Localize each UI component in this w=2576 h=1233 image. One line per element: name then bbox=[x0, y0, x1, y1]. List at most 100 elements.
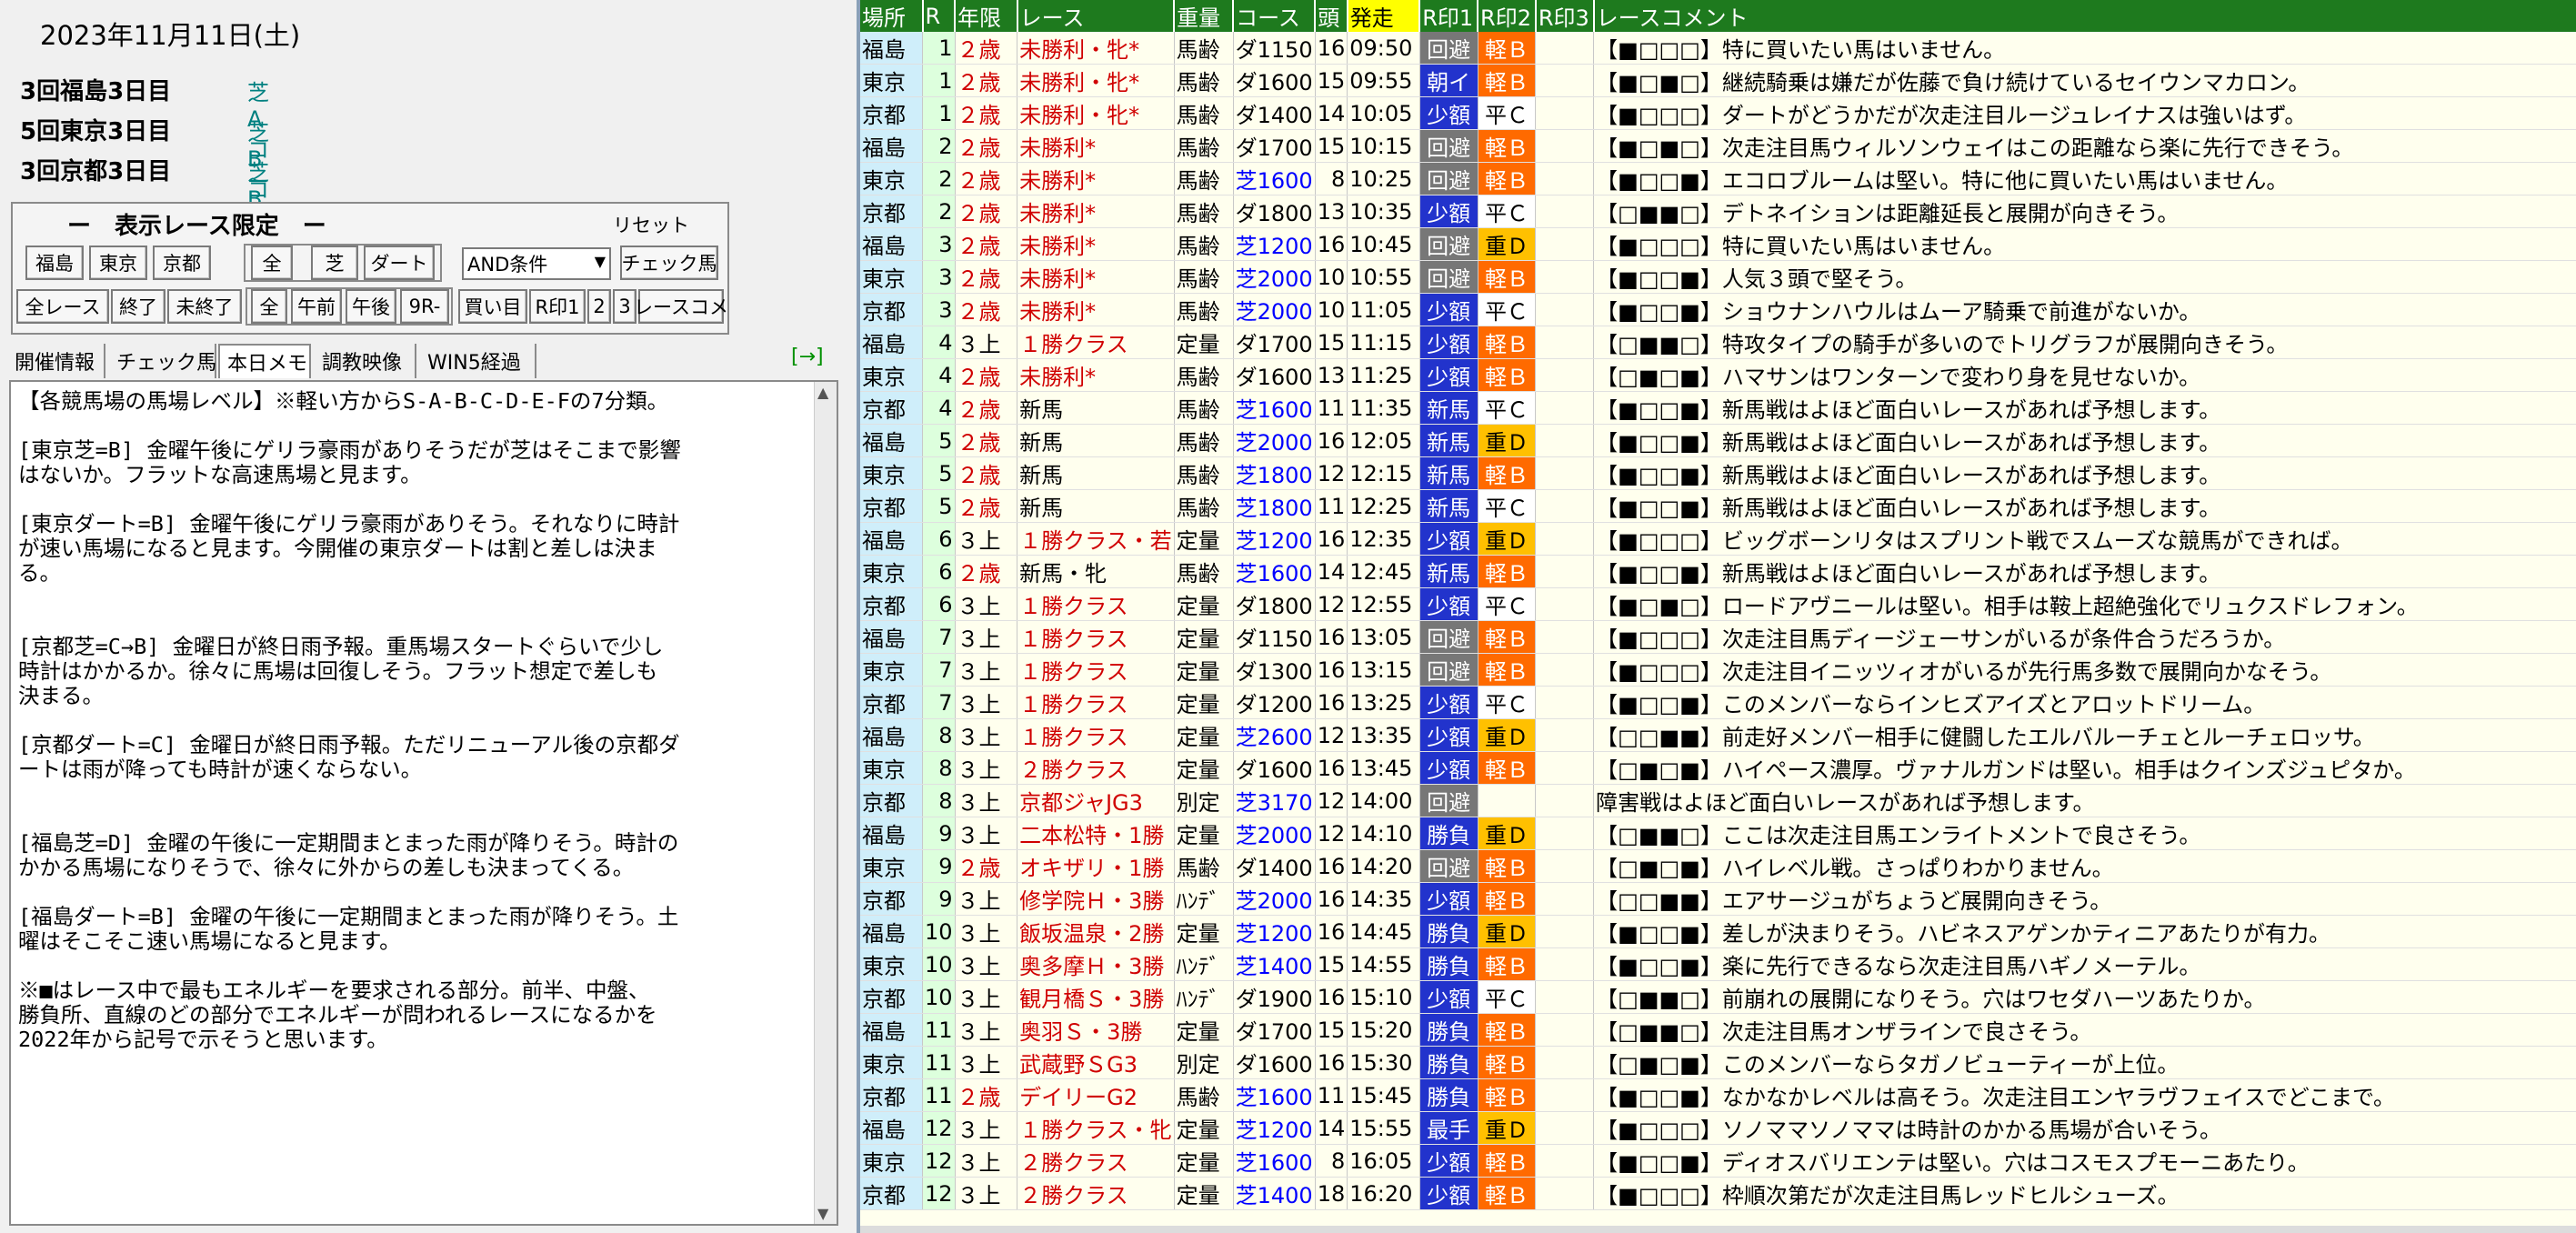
field-size-cell: 8 bbox=[1315, 1144, 1348, 1178]
check-horse-button[interactable]: チェック馬 bbox=[620, 246, 718, 280]
morning-button[interactable]: 午前 bbox=[291, 289, 342, 324]
col-weight-header[interactable]: 重量 bbox=[1174, 0, 1235, 32]
age-cell: ３上 bbox=[955, 1111, 1018, 1145]
table-row[interactable]: 京都 12 ３上 ２勝クラス 定量 芝1400 18 16:20 少額 軽Ｂ 【■□□□】枠順次第だ… bbox=[860, 1177, 2576, 1210]
race-number-cell: 5 bbox=[922, 424, 956, 457]
table-row[interactable]: 東京 6 ２歳 新馬・牝 馬齢 芝1600 14 12:45 新馬 軽Ｂ 【■□□■】新馬戦はよほど… bbox=[860, 555, 2576, 588]
expand-arrow-link[interactable]: [→] bbox=[791, 346, 824, 368]
table-row[interactable]: 東京 3 ２歳 未勝利* 馬齢 芝2000 10 10:55 回避 軽Ｂ 【■□□■】人気３頭で堅そ… bbox=[860, 260, 2576, 294]
table-row[interactable]: 京都 1 ２歳 未勝利・牝* 馬齢 ダ1400 14 10:05 少額 平Ｃ 【■□□□】ダートがど… bbox=[860, 96, 2576, 130]
table-row[interactable]: 福島 10 ３上 飯坂温泉・2勝 定量 芝1200 16 14:45 勝負 重Ｄ 【■□□■】差しが… bbox=[860, 915, 2576, 948]
weight-cell: 馬齢 bbox=[1174, 391, 1234, 425]
table-row[interactable]: 京都 3 ２歳 未勝利* 馬齢 芝2000 10 11:05 少額 平Ｃ 【■□□■】ショウナンハウ… bbox=[860, 293, 2576, 326]
table-row[interactable]: 福島 9 ３上 二本松特・1勝 定量 芝2000 12 14:10 勝負 重Ｄ 【□■■□】ここは次… bbox=[860, 817, 2576, 850]
table-row[interactable]: 福島 6 ３上 １勝クラス・若 定量 芝1200 16 12:35 少額 重Ｄ 【■□□□】ビッグボ… bbox=[860, 522, 2576, 556]
table-row[interactable]: 東京 7 ３上 １勝クラス 定量 ダ1300 16 13:15 回避 軽Ｂ 【■□□□】次走注目イニ… bbox=[860, 653, 2576, 687]
time-all-button[interactable]: 全 bbox=[251, 289, 287, 324]
table-row[interactable]: 京都 8 ３上 京都ジャJG3 別定 芝3170 12 14:00 回避 障害戦はよほど面白いレー… bbox=[860, 784, 2576, 817]
col-start-time-header[interactable]: 発走 bbox=[1347, 0, 1421, 32]
table-row[interactable]: 福島 5 ２歳 新馬 馬齢 芝2000 16 12:05 新馬 重Ｄ 【■□□■】新馬戦はよほど面白… bbox=[860, 424, 2576, 457]
mark1-button[interactable]: R印1 bbox=[529, 289, 586, 324]
col-age-header[interactable]: 年限 bbox=[955, 0, 1018, 32]
table-row[interactable]: 京都 6 ３上 １勝クラス 定量 ダ1800 12 12:55 少額 平Ｃ 【■□■□】ロードアヴニ… bbox=[860, 587, 2576, 621]
comment-cell: 【■□□■】人気３頭で堅そう。 bbox=[1593, 260, 2576, 294]
all-races-button[interactable]: 全レース bbox=[16, 289, 109, 324]
age-cell: ２歳 bbox=[955, 424, 1018, 457]
surface-dirt-button[interactable]: ダート bbox=[364, 246, 435, 280]
table-row[interactable]: 京都 2 ２歳 未勝利* 馬齢 ダ1800 13 10:35 少額 平Ｃ 【□■■□】デトネイション… bbox=[860, 195, 2576, 228]
table-row[interactable]: 東京 9 ２歳 オキザリ・1勝 馬齢 ダ1400 16 14:20 回避 軽Ｂ 【□■□■】ハイレベ… bbox=[860, 849, 2576, 883]
col-course-header[interactable]: コース bbox=[1233, 0, 1317, 32]
mark2-cell: 軽Ｂ bbox=[1478, 1078, 1537, 1112]
col-mark3-header[interactable]: R印3 bbox=[1535, 0, 1595, 32]
filter-fukushima-button[interactable]: 福島 bbox=[25, 246, 84, 280]
memo-scrollbar[interactable]: ▲ ▼ bbox=[814, 382, 837, 1224]
col-race-name-header[interactable]: レース bbox=[1017, 0, 1176, 32]
start-time-cell: 12:25 bbox=[1347, 489, 1420, 523]
scroll-down-icon[interactable]: ▼ bbox=[817, 1205, 828, 1222]
course-cell: 芝1400 bbox=[1233, 1177, 1316, 1210]
reset-link[interactable]: リセット bbox=[613, 211, 689, 238]
bottom-scroll-strip[interactable] bbox=[860, 1226, 2576, 1233]
table-row[interactable]: 福島 12 ３上 １勝クラス・牝 定量 芝1200 14 15:55 最手 重Ｄ 【■□□□】ソノマ… bbox=[860, 1111, 2576, 1145]
table-row[interactable]: 京都 9 ３上 修学院Ｈ・3勝 ﾊﾝﾃﾞ 芝2000 16 14:35 少額 軽Ｂ 【□□■■】エア… bbox=[860, 882, 2576, 916]
table-row[interactable]: 京都 7 ３上 １勝クラス 定量 ダ1200 16 13:25 少額 平Ｃ 【■□□■】このメンバー… bbox=[860, 686, 2576, 719]
col-comment-header[interactable]: レースコメント bbox=[1593, 0, 2576, 32]
afternoon-button[interactable]: 午後 bbox=[346, 289, 396, 324]
finished-button[interactable]: 終了 bbox=[111, 289, 165, 324]
table-row[interactable]: 福島 11 ３上 奥羽Ｓ・3勝 定量 ダ1700 15 15:20 勝負 軽Ｂ 【□■■□】次走注目… bbox=[860, 1013, 2576, 1047]
col-mark2-header[interactable]: R印2 bbox=[1478, 0, 1537, 32]
table-row[interactable]: 東京 11 ３上 武蔵野ＳG3 別定 ダ1600 16 15:30 勝負 軽Ｂ 【□■□■】このメン… bbox=[860, 1046, 2576, 1079]
col-venue-header[interactable]: 場所 bbox=[860, 0, 924, 32]
table-row[interactable]: 東京 1 ２歳 未勝利・牝* 馬齢 ダ1600 15 09:55 朝イ 軽Ｂ 【■□■□】継続騎乗は… bbox=[860, 64, 2576, 97]
tab-check-horse[interactable]: チェック馬 bbox=[109, 344, 216, 378]
filter-tokyo-button[interactable]: 東京 bbox=[89, 246, 147, 280]
table-row[interactable]: 京都 10 ３上 観月橋Ｓ・3勝 ﾊﾝﾃﾞ ダ1900 16 15:10 少額 平Ｃ 【□■■□】前… bbox=[860, 980, 2576, 1014]
tab-event-info[interactable]: 開催情報 bbox=[7, 344, 105, 378]
mark2-button[interactable]: 2 bbox=[587, 289, 611, 324]
table-row[interactable]: 東京 8 ３上 ２勝クラス 定量 ダ1600 16 13:45 少額 軽Ｂ 【□■□■】ハイペース濃… bbox=[860, 751, 2576, 785]
mark1-cell: 少額 bbox=[1419, 96, 1478, 130]
table-row[interactable]: 福島 1 ２歳 未勝利・牝* 馬齢 ダ1150 16 09:50 回避 軽Ｂ 【■□□□】特に買いた… bbox=[860, 32, 2576, 65]
unfinished-button[interactable]: 未終了 bbox=[167, 289, 242, 324]
field-size-cell: 15 bbox=[1315, 64, 1348, 97]
mark2-cell: 平Ｃ bbox=[1478, 391, 1537, 425]
surface-all-button[interactable]: 全 bbox=[251, 246, 293, 280]
table-row[interactable]: 福島 3 ２歳 未勝利* 馬齢 芝1200 16 10:45 回避 重Ｄ 【■□□□】特に買いたい馬… bbox=[860, 227, 2576, 261]
table-row[interactable]: 東京 4 ２歳 未勝利* 馬齢 ダ1600 13 11:25 少額 軽Ｂ 【□■□■】ハマサンはワン… bbox=[860, 358, 2576, 392]
table-row[interactable]: 東京 12 ３上 ２勝クラス 定量 芝1600 8 16:05 少額 軽Ｂ 【■□□■】ディオスバリ… bbox=[860, 1144, 2576, 1178]
kaime-button[interactable]: 買い目 bbox=[458, 289, 527, 324]
table-row[interactable]: 福島 7 ３上 １勝クラス 定量 ダ1150 16 13:05 回避 軽Ｂ 【■□□□】次走注目馬デ… bbox=[860, 620, 2576, 654]
tab-today-memo[interactable]: 本日メモ bbox=[218, 344, 311, 378]
race-number-cell: 2 bbox=[922, 162, 956, 195]
race-name-cell: ２勝クラス bbox=[1017, 1144, 1175, 1178]
table-row[interactable]: 京都 5 ２歳 新馬 馬齢 芝1800 11 12:25 新馬 平Ｃ 【■□□■】新馬戦はよほど面白… bbox=[860, 489, 2576, 523]
scroll-up-icon[interactable]: ▲ bbox=[817, 384, 828, 401]
tab-training-video[interactable]: 調教映像 bbox=[315, 344, 416, 378]
comment-cell: 【■□□□】枠順次第だが次走注目馬レッドヒルシューズ。 bbox=[1593, 1177, 2576, 1210]
table-row[interactable]: 東京 10 ３上 奥多摩Ｈ・3勝 ﾊﾝﾃﾞ 芝1400 15 14:55 勝負 軽Ｂ 【■□□■】楽… bbox=[860, 947, 2576, 981]
col-mark1-header[interactable]: R印1 bbox=[1419, 0, 1479, 32]
race-number-cell: 10 bbox=[922, 915, 956, 948]
col-race-number-header[interactable]: R bbox=[922, 0, 957, 32]
table-row[interactable]: 京都 4 ２歳 新馬 馬齢 芝1600 11 11:35 新馬 平Ｃ 【■□□■】新馬戦はよほど面白… bbox=[860, 391, 2576, 425]
table-row[interactable]: 福島 2 ２歳 未勝利* 馬齢 ダ1700 15 10:15 回避 軽Ｂ 【■□■□】次走注目馬ウィ… bbox=[860, 129, 2576, 163]
start-time-cell: 14:00 bbox=[1347, 784, 1420, 817]
table-row[interactable]: 東京 2 ２歳 未勝利* 馬齢 芝1600 8 10:25 回避 軽Ｂ 【■□□■】エコロブルームは… bbox=[860, 162, 2576, 195]
filter-kyoto-button[interactable]: 京都 bbox=[153, 246, 211, 280]
race-comment-button[interactable]: レースコメ bbox=[634, 289, 728, 324]
table-row[interactable]: 福島 8 ３上 １勝クラス 定量 芝2600 12 13:35 少額 重Ｄ 【□□■■】前走好メンバ… bbox=[860, 718, 2576, 752]
race-number-cell: 1 bbox=[922, 32, 956, 65]
mark3-cell bbox=[1535, 849, 1595, 883]
tab-win5[interactable]: WIN5経過 bbox=[420, 344, 536, 378]
age-cell: ２歳 bbox=[955, 293, 1018, 326]
comment-cell: 【■□□■】新馬戦はよほど面白いレースがあれば予想します。 bbox=[1593, 489, 2576, 523]
surface-turf-button[interactable]: 芝 bbox=[311, 246, 358, 280]
race9-button[interactable]: 9R- bbox=[400, 289, 449, 324]
table-row[interactable]: 京都 11 ２歳 デイリーG2 馬齢 芝1600 11 15:45 勝負 軽Ｂ 【■□□■】なかなか… bbox=[860, 1078, 2576, 1112]
table-row[interactable]: 福島 4 ３上 １勝クラス 定量 ダ1700 15 11:15 少額 軽Ｂ 【□■■□】特攻タイプの… bbox=[860, 326, 2576, 359]
condition-select[interactable]: AND条件 ▼ bbox=[462, 247, 611, 280]
memo-textarea[interactable]: 【各競馬場の馬場レベル】※軽い方からS-A-B-C-D-E-Fの7分類。 [東京… bbox=[9, 380, 838, 1226]
table-row[interactable]: 東京 5 ２歳 新馬 馬齢 芝1800 12 12:15 新馬 軽Ｂ 【■□□■】新馬戦はよほど面白… bbox=[860, 456, 2576, 490]
col-field-size-header[interactable]: 頭 bbox=[1315, 0, 1348, 32]
